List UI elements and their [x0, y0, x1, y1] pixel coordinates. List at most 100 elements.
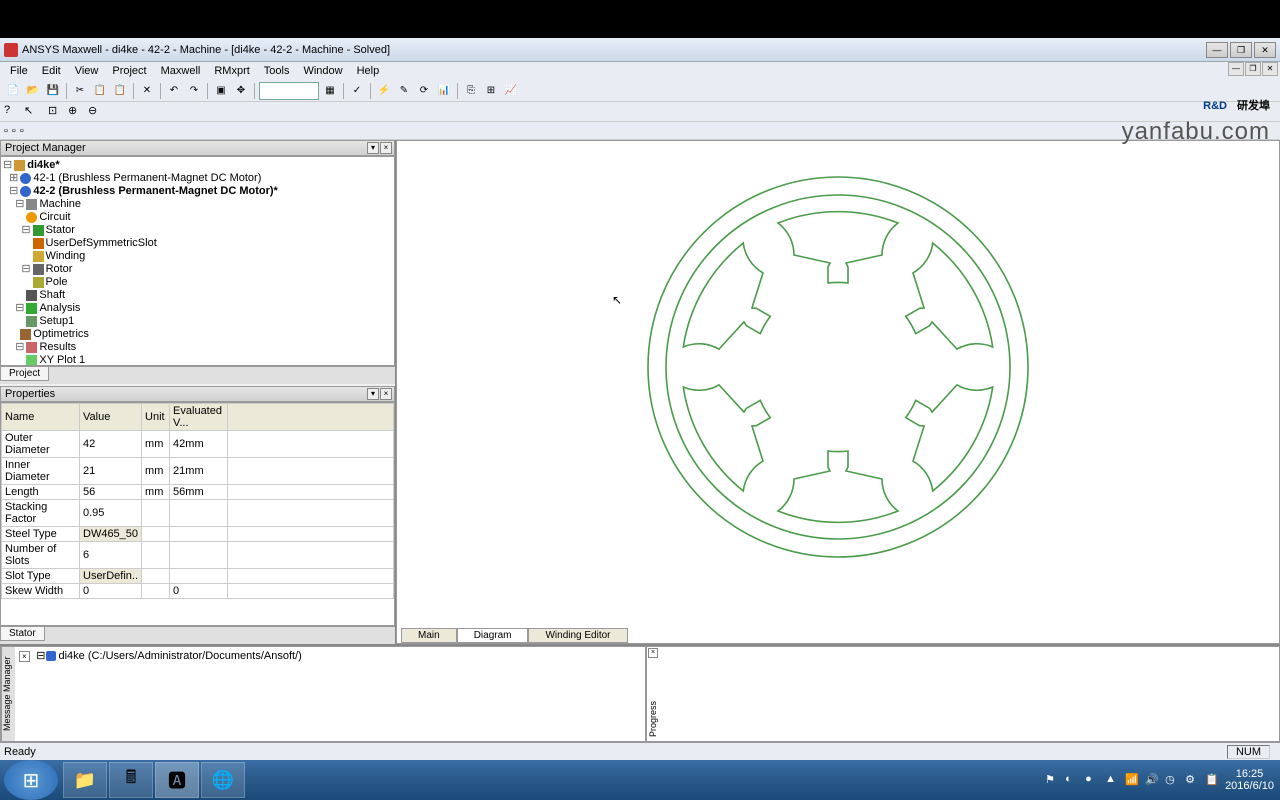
mdi-minimize[interactable]: —	[1228, 62, 1244, 76]
tool-icon-2[interactable]: ▫	[12, 125, 16, 137]
property-row[interactable]: Skew Width00	[2, 584, 394, 599]
tray-icon[interactable]: ◷	[1165, 773, 1179, 787]
cut-icon[interactable]: ✂	[71, 82, 89, 100]
units-combo[interactable]	[259, 82, 319, 100]
grid-icon[interactable]: ▦	[321, 82, 339, 100]
menu-project[interactable]: Project	[106, 64, 152, 78]
report-icon[interactable]: 📊	[435, 82, 453, 100]
tree-slot[interactable]: UserDefSymmetricSlot	[3, 237, 392, 250]
taskbar-clock[interactable]: 16:252016/6/10	[1225, 768, 1274, 792]
pan-icon[interactable]: ✥	[232, 82, 250, 100]
properties-header[interactable]: Properties ▾×	[0, 386, 395, 402]
new-icon[interactable]: 📄	[4, 82, 22, 100]
tree-root[interactable]: ⊟di4ke*	[3, 159, 392, 172]
panel-close-icon[interactable]: ×	[380, 388, 392, 400]
title-bar[interactable]: ANSYS Maxwell - di4ke - 42-2 - Machine -…	[0, 38, 1280, 62]
tree-rotor[interactable]: ⊟Rotor	[3, 263, 392, 276]
tray-flag-icon[interactable]: ⚑	[1045, 773, 1059, 787]
export-icon[interactable]: ⎘	[462, 82, 480, 100]
tree-stator[interactable]: ⊟Stator	[3, 224, 392, 237]
tool-icon-1[interactable]: ▫	[4, 125, 8, 137]
chart-icon[interactable]: 📈	[502, 82, 520, 100]
project-manager-header[interactable]: Project Manager ▾×	[0, 140, 395, 156]
redo-icon[interactable]: ↷	[185, 82, 203, 100]
close-button[interactable]: ✕	[1254, 42, 1276, 58]
start-button[interactable]: ⊞	[4, 760, 58, 800]
panel-close-icon[interactable]: ×	[380, 142, 392, 154]
save-icon[interactable]: 💾	[44, 82, 62, 100]
analyze-icon[interactable]: ⚡	[375, 82, 393, 100]
property-row[interactable]: Number of Slots6	[2, 542, 394, 569]
taskbar-browser-icon[interactable]: 🌐	[201, 762, 245, 798]
design-viewport[interactable]: ↖ Main Diagram Winding Editor	[396, 140, 1280, 644]
maximize-button[interactable]: ❐	[1230, 42, 1252, 58]
open-icon[interactable]: 📂	[24, 82, 42, 100]
help-icon[interactable]: ?	[4, 104, 20, 120]
view-tab-winding[interactable]: Winding Editor	[528, 628, 627, 643]
select-icon[interactable]: ▣	[212, 82, 230, 100]
project-tree[interactable]: ⊟di4ke* ⊞42-1 (Brushless Permanent-Magne…	[0, 156, 395, 366]
zoom-in-icon[interactable]: ⊕	[68, 104, 84, 120]
refresh-icon[interactable]: ⟳	[415, 82, 433, 100]
mdi-restore[interactable]: ❐	[1245, 62, 1261, 76]
zoom-window-icon[interactable]: ⊡	[48, 104, 64, 120]
undo-icon[interactable]: ↶	[165, 82, 183, 100]
tray-icon[interactable]: 📋	[1205, 773, 1219, 787]
property-row[interactable]: Inner Diameter21mm21mm	[2, 458, 394, 485]
tool-icon-3[interactable]: ▫	[20, 125, 24, 137]
property-row[interactable]: Stacking Factor0.95	[2, 500, 394, 527]
tree-winding[interactable]: Winding	[3, 250, 392, 263]
minimize-button[interactable]: —	[1206, 42, 1228, 58]
tree-optimetrics[interactable]: Optimetrics	[3, 328, 392, 341]
properties-table[interactable]: Name Value Unit Evaluated V... Outer Dia…	[0, 402, 395, 626]
taskbar-explorer-icon[interactable]: 📁	[63, 762, 107, 798]
menu-rmxprt[interactable]: RMxprt	[208, 64, 255, 78]
msg-line[interactable]: di4ke (C:/Users/Administrator/Documents/…	[59, 650, 302, 662]
property-row[interactable]: Slot TypeUserDefin..	[2, 569, 394, 584]
progress-panel[interactable]: × Progress	[646, 646, 1280, 742]
tree-shaft[interactable]: Shaft	[3, 289, 392, 302]
tree-design-1[interactable]: ⊞42-1 (Brushless Permanent-Magnet DC Mot…	[3, 172, 392, 185]
copy-icon[interactable]: 📋	[91, 82, 109, 100]
edit-icon[interactable]: ✎	[395, 82, 413, 100]
menu-edit[interactable]: Edit	[36, 64, 67, 78]
menu-file[interactable]: File	[4, 64, 34, 78]
zoom-out-icon[interactable]: ⊖	[88, 104, 104, 120]
taskbar-ansys-icon[interactable]: 🅰	[155, 762, 199, 798]
pin-icon[interactable]: ▾	[367, 142, 379, 154]
tray-icon[interactable]: ●	[1085, 773, 1099, 787]
tree-results[interactable]: ⊟Results	[3, 341, 392, 354]
paste-icon[interactable]: 📋	[111, 82, 129, 100]
tree-pole[interactable]: Pole	[3, 276, 392, 289]
tree-circuit[interactable]: Circuit	[3, 211, 392, 224]
menu-help[interactable]: Help	[351, 64, 386, 78]
menu-tools[interactable]: Tools	[258, 64, 296, 78]
mdi-close[interactable]: ✕	[1262, 62, 1278, 76]
pointer-icon[interactable]: ↖	[24, 104, 40, 120]
msg-close-icon[interactable]: ×	[19, 651, 30, 662]
tab-stator[interactable]: Stator	[0, 627, 45, 641]
view-tab-main[interactable]: Main	[401, 628, 457, 643]
property-row[interactable]: Length56mm56mm	[2, 485, 394, 500]
system-tray[interactable]: ⚑ ◐ ● ▲ 📶 🔊 ◷ ⚙ 📋 16:252016/6/10	[1039, 768, 1280, 792]
tree-xyplot[interactable]: XY Plot 1	[3, 354, 392, 366]
tree-analysis[interactable]: ⊟Analysis	[3, 302, 392, 315]
property-row[interactable]: Outer Diameter42mm42mm	[2, 431, 394, 458]
pin-icon[interactable]: ▾	[367, 388, 379, 400]
windows-taskbar[interactable]: ⊞ 📁 🖩 🅰 🌐 ⚑ ◐ ● ▲ 📶 🔊 ◷ ⚙ 📋 16:252016/6/…	[0, 760, 1280, 800]
taskbar-calc-icon[interactable]: 🖩	[109, 762, 153, 798]
progress-close-icon[interactable]: ×	[648, 648, 658, 658]
table-icon[interactable]: ⊞	[482, 82, 500, 100]
tray-volume-icon[interactable]: 🔊	[1145, 773, 1159, 787]
message-manager-panel[interactable]: Message Manager × ⊟di4ke (C:/Users/Admin…	[0, 646, 646, 742]
tree-setup[interactable]: Setup1	[3, 315, 392, 328]
tray-icon[interactable]: ⚙	[1185, 773, 1199, 787]
tree-machine[interactable]: ⊟Machine	[3, 198, 392, 211]
tray-icon[interactable]: ◐	[1065, 773, 1079, 787]
tray-icon[interactable]: ▲	[1105, 773, 1119, 787]
tree-design-2[interactable]: ⊟42-2 (Brushless Permanent-Magnet DC Mot…	[3, 185, 392, 198]
tray-network-icon[interactable]: 📶	[1125, 773, 1139, 787]
validate-icon[interactable]: ✓	[348, 82, 366, 100]
delete-icon[interactable]: ✕	[138, 82, 156, 100]
menu-window[interactable]: Window	[297, 64, 348, 78]
